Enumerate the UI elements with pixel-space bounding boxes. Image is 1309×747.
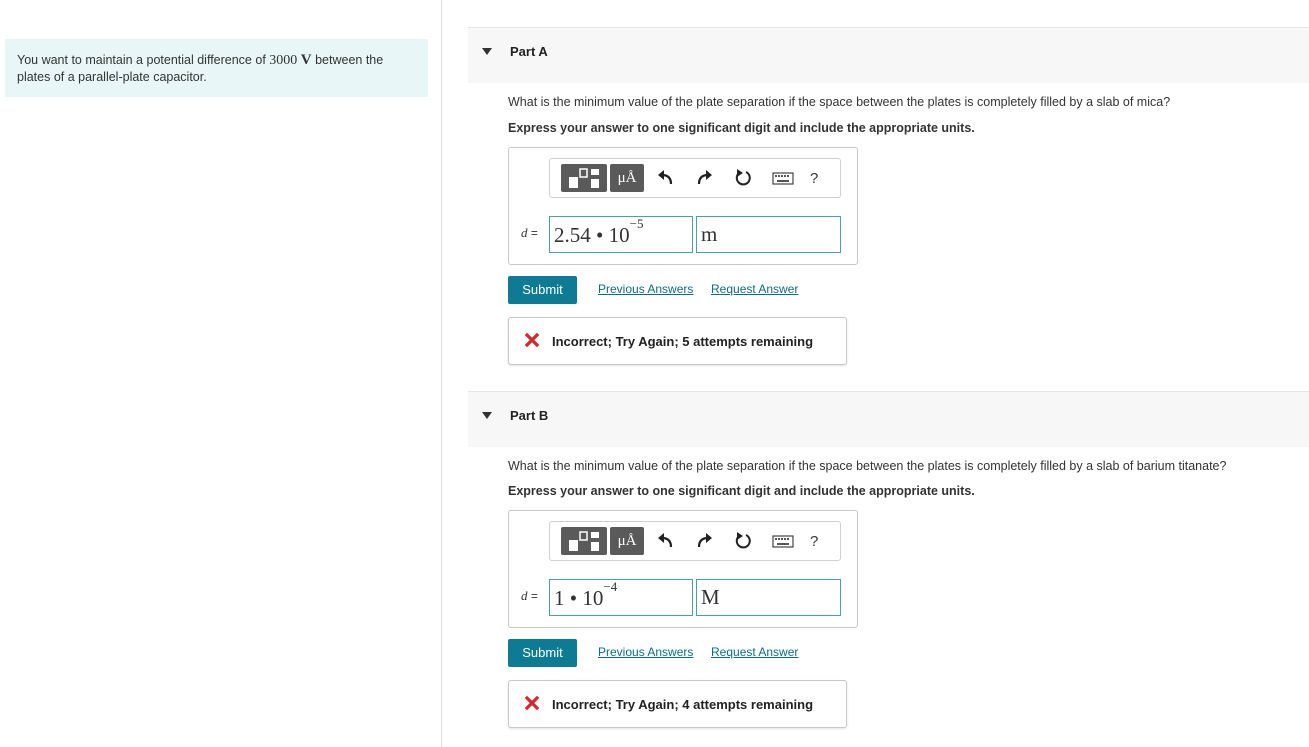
part-a-previous-answers-link[interactable]: Previous Answers — [598, 282, 693, 296]
templates-icon — [569, 531, 599, 551]
value-mantissa: 2.54 • 10 — [554, 223, 630, 247]
redo-icon[interactable] — [694, 167, 714, 189]
problem-intro-panel: You want to maintain a potential differe… — [0, 0, 442, 747]
intro-voltage-value: 3000 — [269, 53, 298, 68]
reset-icon[interactable] — [733, 530, 753, 552]
variable-label: d = — [521, 588, 538, 604]
templates-icon — [569, 168, 599, 188]
intro-voltage: 3000 V — [269, 52, 312, 68]
part-b-previous-answers-link[interactable]: Previous Answers — [598, 645, 693, 659]
part-a-submit-button[interactable]: Submit — [508, 276, 577, 304]
part-a-title: Part A — [510, 44, 548, 59]
variable-name: d — [521, 588, 528, 603]
part-b-title: Part B — [510, 408, 549, 423]
intro-text-before: You want to maintain a potential differe… — [17, 53, 270, 67]
incorrect-x-icon — [524, 332, 540, 348]
variable-label: d = — [521, 225, 538, 241]
undo-icon[interactable] — [656, 167, 676, 189]
value-input[interactable]: 1 • 10−4 — [549, 579, 693, 616]
part-b-answer-box: μÅ ? d = 1 • 10−4 M — [508, 510, 858, 628]
undo-icon[interactable] — [656, 530, 676, 552]
keyboard-icon[interactable] — [772, 530, 794, 552]
unit-input[interactable]: m — [696, 216, 841, 253]
incorrect-x-icon — [524, 695, 540, 711]
part-b-question: What is the minimum value of the plate s… — [508, 459, 1227, 473]
help-button[interactable]: ? — [810, 170, 818, 187]
math-toolbar: μÅ ? — [549, 521, 841, 561]
templates-button[interactable] — [561, 164, 607, 192]
part-b-feedback: Incorrect; Try Again; 4 attempts remaini… — [508, 680, 847, 728]
part-b-submit-button[interactable]: Submit — [508, 639, 577, 667]
part-a-question: What is the minimum value of the plate s… — [508, 95, 1171, 109]
collapse-triangle-icon[interactable] — [482, 48, 492, 55]
templates-button[interactable] — [561, 527, 607, 555]
part-a-feedback: Incorrect; Try Again; 5 attempts remaini… — [508, 317, 847, 365]
intro-voltage-unit: V — [300, 52, 312, 68]
value-exponent: −5 — [629, 216, 644, 231]
equals-sign: = — [530, 226, 538, 240]
part-a-feedback-text: Incorrect; Try Again; 5 attempts remaini… — [552, 334, 814, 349]
part-b-request-answer-link[interactable]: Request Answer — [711, 645, 798, 659]
part-b-header[interactable]: Part B — [468, 391, 1309, 447]
math-toolbar: μÅ ? — [549, 158, 841, 198]
units-button[interactable]: μÅ — [610, 527, 644, 555]
part-a-instruction: Express your answer to one significant d… — [508, 121, 975, 135]
part-b-instruction: Express your answer to one significant d… — [508, 484, 975, 498]
value-exponent: −4 — [603, 579, 618, 594]
part-a-answer-box: μÅ ? d = 2.54 • 10−5 m — [508, 147, 858, 265]
units-button[interactable]: μÅ — [610, 164, 644, 192]
redo-icon[interactable] — [694, 530, 714, 552]
value-mantissa: 1 • 10 — [554, 586, 604, 610]
problem-statement: You want to maintain a potential differe… — [5, 39, 428, 97]
value-input[interactable]: 2.54 • 10−5 — [549, 216, 693, 253]
part-a-request-answer-link[interactable]: Request Answer — [711, 282, 798, 296]
unit-input[interactable]: M — [696, 579, 841, 616]
part-a-header[interactable]: Part A — [468, 27, 1309, 83]
variable-name: d — [521, 225, 528, 240]
help-button[interactable]: ? — [810, 533, 818, 550]
keyboard-icon[interactable] — [772, 167, 794, 189]
part-b-feedback-text: Incorrect; Try Again; 4 attempts remaini… — [552, 697, 814, 712]
collapse-triangle-icon[interactable] — [482, 412, 492, 419]
reset-icon[interactable] — [733, 167, 753, 189]
equals-sign: = — [530, 589, 538, 603]
